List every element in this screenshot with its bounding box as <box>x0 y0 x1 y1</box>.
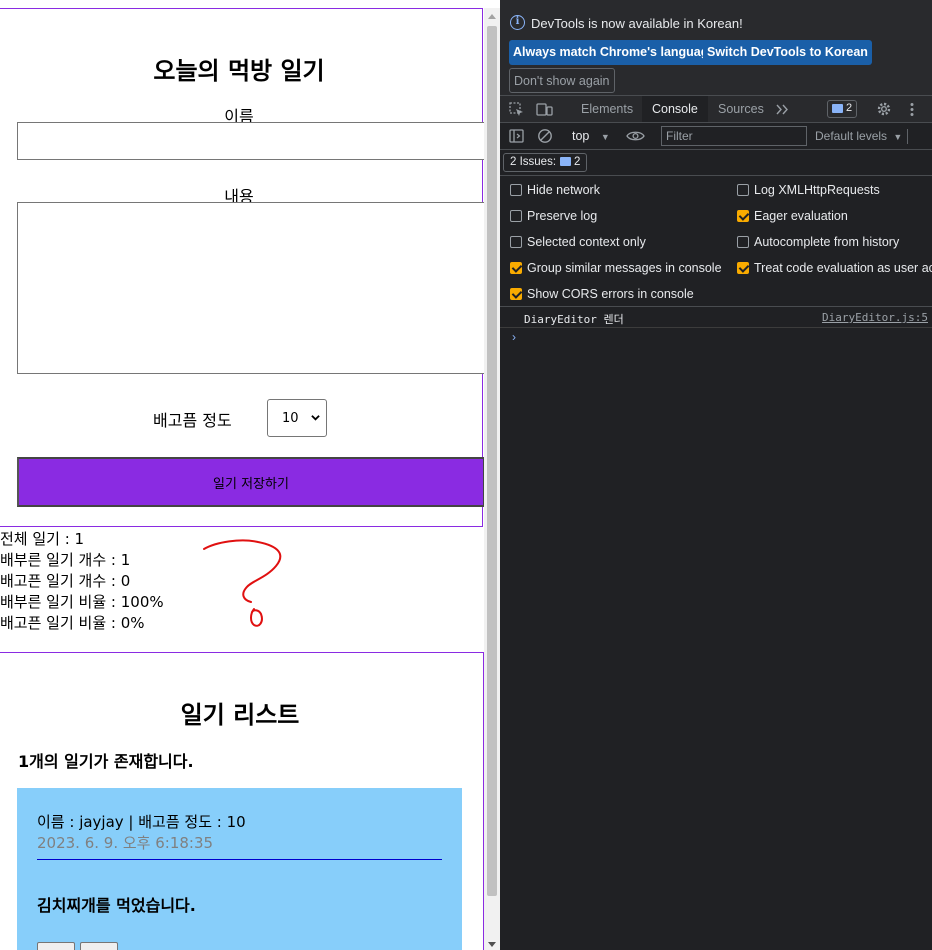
diary-item: 이름 : jayjay | 배고픔 정도 : 10 2023. 6. 9. 오후… <box>17 788 462 950</box>
caret-down-icon: ▼ <box>893 132 903 142</box>
chevron-down-icon <box>311 415 320 421</box>
kebab-menu-icon[interactable] <box>909 102 915 117</box>
stat-good-ratio: 배부른 일기 비율 : 100% <box>0 593 164 611</box>
issues-badge[interactable]: 2 <box>827 100 858 118</box>
list-title: 일기 리스트 <box>180 701 300 729</box>
infobar-text: DevTools is now available in Korean! <box>531 16 743 31</box>
tab-elements[interactable]: Elements <box>571 96 643 122</box>
checkbox[interactable] <box>510 184 522 196</box>
checkbox-checked[interactable] <box>510 262 522 274</box>
stat-bad-ratio: 배고픈 일기 비율 : 0% <box>0 614 145 632</box>
item-info: 이름 : jayjay | 배고픔 정도 : 10 <box>37 813 246 831</box>
console-log-entry: DiaryEditor 렌더 DiaryEditor.js:5 <box>500 308 932 328</box>
context-select[interactable]: top ▼ <box>572 129 610 143</box>
editor-title: 오늘의 먹방 일기 <box>153 57 325 85</box>
devtools-panel: i DevTools is now available in Korean! A… <box>500 0 932 950</box>
checkbox[interactable] <box>510 210 522 222</box>
item-content: 김치찌개를 먹었습니다. <box>37 896 196 915</box>
tab-sources[interactable]: Sources <box>708 96 774 122</box>
scroll-thumb[interactable] <box>487 26 497 896</box>
content-textarea[interactable] <box>17 202 484 374</box>
delete-button[interactable]: 삭제 <box>37 942 75 950</box>
diary-stats: 전체 일기 : 1 배부른 일기 개수 : 1 배고픈 일기 개수 : 0 배부… <box>0 529 164 634</box>
item-divider <box>37 859 442 860</box>
checkbox[interactable] <box>737 236 749 248</box>
save-button[interactable]: 일기 저장하기 <box>17 457 484 507</box>
list-count: 1개의 일기가 존재합니다. <box>18 752 194 771</box>
emotion-select-value: 10 <box>282 410 299 426</box>
filter-input[interactable]: Filter <box>661 126 807 146</box>
checkbox[interactable] <box>510 236 522 248</box>
app-page: 오늘의 먹방 일기 이름 내용 배고픔 정도 10 일기 저장하기 전체 일기 … <box>0 0 484 950</box>
console-settings: Hide network Preserve log Selected conte… <box>500 177 932 307</box>
switch-korean-button[interactable]: Switch DevTools to Korean <box>703 40 872 65</box>
checkbox[interactable] <box>737 184 749 196</box>
scroll-up-icon[interactable] <box>488 14 496 19</box>
issues-button[interactable]: 2 Issues: 2 <box>503 153 588 172</box>
question-mark-annotation <box>203 539 282 627</box>
sidebar-toggle-icon[interactable] <box>509 129 524 143</box>
item-date: 2023. 6. 9. 오후 6:18:35 <box>37 834 214 852</box>
message-icon <box>832 104 843 113</box>
issues-row: 2 Issues: 2 <box>500 150 932 176</box>
console-prompt-icon[interactable]: › <box>512 330 516 344</box>
checkbox-checked[interactable] <box>510 288 522 300</box>
emotion-label: 배고픔 정도 <box>153 411 232 430</box>
diary-list: 일기 리스트 1개의 일기가 존재합니다. 이름 : jayjay | 배고픔 … <box>0 652 484 950</box>
diary-editor: 오늘의 먹방 일기 이름 내용 배고픔 정도 10 일기 저장하기 <box>0 8 484 527</box>
caret-down-icon: ▼ <box>600 132 610 142</box>
language-infobar: i DevTools is now available in Korean! A… <box>500 0 932 96</box>
edit-button[interactable]: 수정 <box>80 942 118 950</box>
toolbar-divider <box>907 129 908 144</box>
page-scrollbar[interactable] <box>484 8 500 950</box>
match-language-button[interactable]: Always match Chrome's language <box>509 40 720 65</box>
gear-icon[interactable] <box>876 101 892 117</box>
message-icon <box>560 157 572 166</box>
checkbox-checked[interactable] <box>737 210 749 222</box>
stat-good-count: 배부른 일기 개수 : 1 <box>0 551 131 569</box>
more-tabs-icon[interactable] <box>775 104 789 115</box>
scroll-down-icon[interactable] <box>488 942 496 947</box>
author-input[interactable] <box>17 122 484 160</box>
tab-console[interactable]: Console <box>642 96 708 122</box>
log-source-link[interactable]: DiaryEditor.js:5 <box>822 311 928 324</box>
inspect-element-icon[interactable] <box>509 102 524 117</box>
device-toolbar-icon[interactable] <box>536 102 553 117</box>
info-icon: i <box>510 15 525 30</box>
dont-show-button[interactable]: Don't show again <box>509 68 615 93</box>
stat-bad-count: 배고픈 일기 개수 : 0 <box>0 572 131 590</box>
eye-icon[interactable] <box>626 130 645 142</box>
devtools-tab-bar: Elements Console Sources 2 <box>500 96 932 123</box>
log-message: DiaryEditor 렌더 <box>524 313 624 326</box>
clear-console-icon[interactable] <box>537 128 553 144</box>
emotion-select[interactable]: 10 <box>267 399 327 437</box>
checkbox-checked[interactable] <box>737 262 749 274</box>
console-toolbar: top ▼ Filter Default levels ▼ <box>500 123 932 150</box>
stat-total: 전체 일기 : 1 <box>0 530 85 548</box>
log-levels-select[interactable]: Default levels ▼ <box>815 129 902 143</box>
